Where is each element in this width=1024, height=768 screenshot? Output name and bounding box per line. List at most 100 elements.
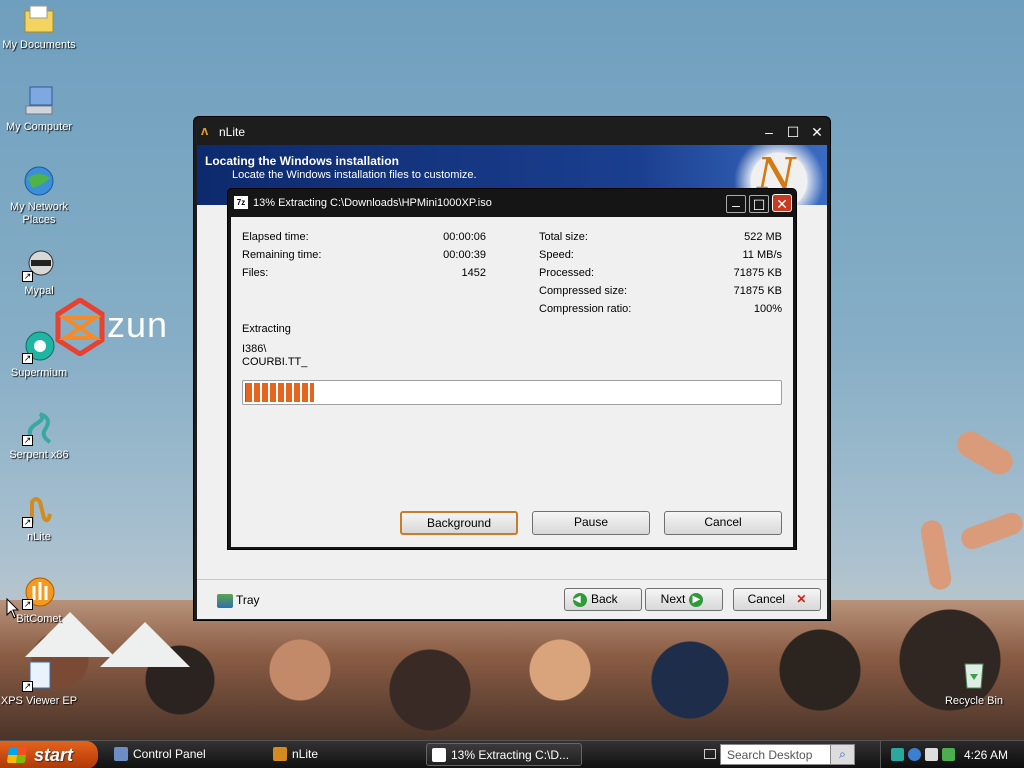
- back-button[interactable]: ◀ Back: [564, 588, 642, 611]
- system-tray: 4:26 AM: [880, 741, 1024, 768]
- network-tray-icon[interactable]: [891, 748, 904, 761]
- task-label: 13% Extracting C:\D...: [451, 748, 570, 762]
- close-button[interactable]: ✕: [807, 123, 827, 141]
- speaker-tray-icon[interactable]: [925, 748, 938, 761]
- cancel-label: Cancel: [704, 515, 742, 529]
- files-value: 1452: [461, 267, 486, 279]
- progress-fill: [245, 383, 315, 402]
- nlite-step-title: Locating the Windows installation: [205, 154, 399, 168]
- tray-button[interactable]: Tray: [217, 593, 260, 608]
- wallpaper-hand: [952, 426, 1018, 480]
- desktop-icon-xps-viewer[interactable]: ↗ XPS Viewer EP: [0, 658, 79, 708]
- pause-button[interactable]: Pause: [532, 511, 650, 535]
- extract-titlebar[interactable]: 7z 13% Extracting C:\Downloads\HPMini100…: [228, 189, 796, 217]
- nlite-cancel-button[interactable]: Cancel ✕: [733, 588, 821, 611]
- nlite-app-icon: ʌ: [201, 123, 209, 138]
- desktop-icon-serpent[interactable]: ↗ Serpent x86: [0, 412, 79, 462]
- compression-ratio-value: 100%: [753, 303, 782, 315]
- pause-label: Pause: [573, 515, 609, 529]
- compression-ratio-label: Compression ratio:: [539, 303, 632, 315]
- clock[interactable]: 4:26 AM: [964, 748, 1008, 762]
- next-arrow-icon: ▶: [689, 592, 704, 607]
- task-label: nLite: [292, 747, 319, 761]
- desktop-icon-mypal[interactable]: ↗ Mypal: [0, 248, 79, 298]
- next-label: Next: [660, 592, 686, 606]
- safely-remove-tray-icon[interactable]: [942, 748, 955, 761]
- compressed-size-value: 71875 KB: [733, 285, 782, 297]
- desktop-icon-supermium[interactable]: ↗ Supermium: [0, 330, 79, 380]
- tray-label: Tray: [236, 593, 260, 607]
- nlite-step-subtitle: Locate the Windows installation files to…: [232, 169, 477, 181]
- elapsed-time-label: Elapsed time:: [242, 231, 309, 243]
- nlite-titlebar[interactable]: ʌ nLite – ☐ ✕: [194, 117, 830, 145]
- remaining-time-label: Remaining time:: [242, 249, 322, 261]
- desktop-icon-label: My Computer: [5, 121, 73, 133]
- extract-title: 13% Extracting C:\Downloads\HPMini1000XP…: [253, 197, 492, 209]
- wallpaper-arm: [919, 518, 953, 592]
- desktop-icon-label: Supermium: [10, 367, 68, 379]
- task-nlite[interactable]: nLite: [268, 743, 418, 766]
- desktop-icon-label: Recycle Bin: [944, 695, 1004, 707]
- current-file: COURBI.TT_: [242, 356, 308, 368]
- taskbar: start Control Panel nLite 13% Extracting…: [0, 740, 1024, 768]
- maximize-button[interactable]: ☐: [783, 123, 803, 141]
- total-size-value: 522 MB: [744, 231, 782, 243]
- files-label: Files:: [242, 267, 269, 279]
- back-label: Back: [591, 592, 618, 606]
- nlite-title: nLite: [219, 125, 246, 139]
- computer-icon: [22, 84, 56, 118]
- maximize-button[interactable]: ☐: [749, 195, 769, 213]
- zune-logo-text: zun: [107, 304, 169, 345]
- desktop-icon-my-network-places[interactable]: My Network Places: [0, 164, 79, 227]
- extract-dialog: 7z 13% Extracting C:\Downloads\HPMini100…: [227, 188, 797, 550]
- extract-progress-bar: [242, 380, 782, 405]
- search-placeholder: Search Desktop: [727, 748, 813, 762]
- close-button[interactable]: ✕: [772, 194, 792, 212]
- minimize-button[interactable]: –: [759, 123, 779, 141]
- shortcut-arrow-icon: ↗: [22, 681, 33, 692]
- desktop-icon-recycle-bin[interactable]: Recycle Bin: [934, 658, 1014, 708]
- serpent-icon: ↗: [22, 412, 56, 446]
- task-label: Control Panel: [133, 747, 206, 761]
- desktop-icon-label: Mypal: [24, 285, 54, 297]
- next-button[interactable]: Next ▶: [645, 588, 723, 611]
- bitcomet-icon: ↗: [22, 576, 56, 610]
- shortcut-arrow-icon: ↗: [22, 353, 33, 364]
- search-icon[interactable]: ⌕: [830, 745, 854, 764]
- current-directory: I386\: [242, 343, 267, 355]
- total-size-label: Total size:: [539, 231, 588, 243]
- processed-label: Processed:: [539, 267, 595, 279]
- desktop-icon-label: Serpent x86: [9, 449, 69, 461]
- shortcut-arrow-icon: ↗: [22, 435, 33, 446]
- mouse-cursor-icon: [6, 598, 20, 619]
- start-button[interactable]: start: [0, 741, 98, 768]
- speed-value: 11 MB/s: [742, 249, 782, 261]
- folder-icon: [22, 2, 56, 36]
- wallpaper-crowd: [0, 600, 1024, 740]
- shortcut-arrow-icon: ↗: [22, 599, 33, 610]
- task-extracting[interactable]: 13% Extracting C:\D...: [426, 743, 582, 766]
- browser-icon: ↗: [22, 330, 56, 364]
- desktop-icon-my-computer[interactable]: My Computer: [0, 84, 79, 134]
- wallpaper-tent: [100, 622, 190, 667]
- start-label: start: [34, 745, 74, 765]
- control-panel-icon: [114, 747, 128, 761]
- task-control-panel[interactable]: Control Panel: [109, 743, 259, 766]
- shortcut-arrow-icon: ↗: [22, 271, 33, 282]
- minimize-button[interactable]: –: [726, 195, 746, 213]
- search-desktop-field[interactable]: Search Desktop ⌕: [720, 744, 855, 765]
- nlite-icon: ↗: [22, 494, 56, 528]
- network-icon: [22, 164, 56, 198]
- keyboard-icon[interactable]: [704, 749, 716, 759]
- tray-icon: [217, 593, 233, 608]
- search-tray-icon[interactable]: [908, 748, 921, 761]
- background-button[interactable]: Background: [400, 511, 518, 535]
- raccoon-browser-icon: ↗: [22, 248, 56, 282]
- xps-viewer-icon: ↗: [22, 658, 56, 692]
- desktop-icon-my-documents[interactable]: My Documents: [0, 2, 79, 52]
- elapsed-time-value: 00:00:06: [443, 231, 486, 243]
- wallpaper-hand: [958, 509, 1024, 553]
- windows-flag-icon: [6, 747, 28, 763]
- extract-cancel-button[interactable]: Cancel: [664, 511, 782, 535]
- desktop-icon-nlite[interactable]: ↗ nLite: [0, 494, 79, 544]
